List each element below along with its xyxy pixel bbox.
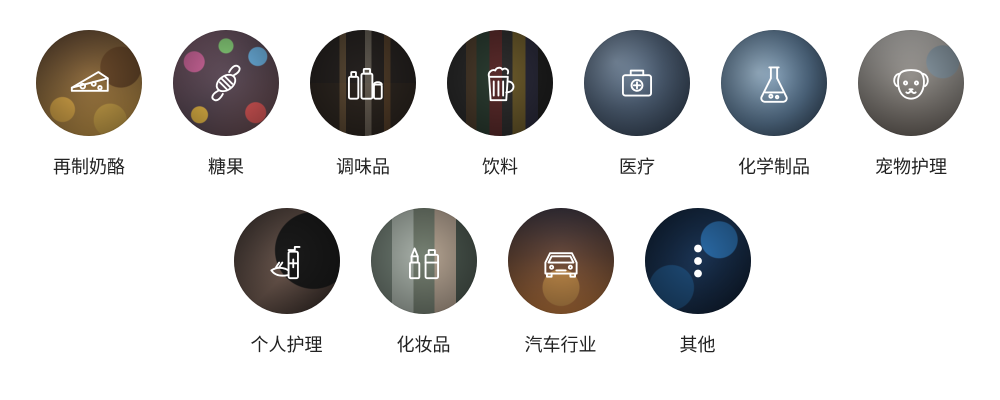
category-label: 糖果	[208, 157, 244, 178]
category-grid: 再制奶酪 糖果 调味品 饮料 医疗 化学制品 宠物护理 个人护理 化妆品 汽车行…	[0, 0, 1000, 400]
category-item-beverages[interactable]: 饮料	[447, 30, 553, 180]
category-label: 个人护理	[250, 335, 323, 356]
dog-face-icon	[886, 58, 936, 108]
category-item-cosmetics[interactable]: 化妆品	[370, 208, 477, 358]
category-image	[233, 208, 340, 314]
category-image	[644, 208, 751, 314]
category-label: 再制奶酪	[53, 157, 125, 178]
medical-kit-icon	[612, 58, 662, 108]
category-label: 汽车行业	[524, 335, 597, 356]
lipstick-bottle-icon	[399, 236, 449, 286]
category-item-candy[interactable]: 糖果	[173, 30, 279, 180]
category-label: 其他	[679, 335, 716, 356]
category-label: 化妆品	[396, 335, 451, 356]
category-image	[310, 30, 416, 136]
category-label: 宠物护理	[875, 157, 947, 178]
category-row-2: 个人护理 化妆品 汽车行业 其他	[0, 208, 992, 358]
category-image	[507, 208, 614, 314]
category-image	[36, 30, 142, 136]
category-item-personal-care[interactable]: 个人护理	[233, 208, 340, 358]
category-image	[173, 30, 279, 136]
category-row-1: 再制奶酪 糖果 调味品 饮料 医疗 化学制品 宠物护理	[0, 30, 1000, 180]
more-dots-icon	[673, 236, 723, 286]
category-item-processed-cheese[interactable]: 再制奶酪	[36, 30, 142, 180]
category-label: 饮料	[482, 157, 518, 178]
category-item-pet-care[interactable]: 宠物护理	[858, 30, 964, 180]
condiments-bottles-icon	[338, 58, 388, 108]
category-image	[858, 30, 964, 136]
category-image	[370, 208, 477, 314]
category-item-medical[interactable]: 医疗	[584, 30, 690, 180]
category-item-automotive[interactable]: 汽车行业	[507, 208, 614, 358]
category-label: 化学制品	[738, 157, 810, 178]
category-item-chemicals[interactable]: 化学制品	[721, 30, 827, 180]
candy-icon	[201, 58, 251, 108]
cheese-icon	[64, 58, 114, 108]
car-icon	[536, 236, 586, 286]
beverage-mug-icon	[475, 58, 525, 108]
category-image	[721, 30, 827, 136]
category-label: 医疗	[619, 157, 655, 178]
hand-sanitizer-icon	[262, 236, 312, 286]
category-label: 调味品	[336, 157, 390, 178]
category-image	[584, 30, 690, 136]
category-item-other[interactable]: 其他	[644, 208, 751, 358]
category-item-condiments[interactable]: 调味品	[310, 30, 416, 180]
flask-icon	[749, 58, 799, 108]
category-image	[447, 30, 553, 136]
